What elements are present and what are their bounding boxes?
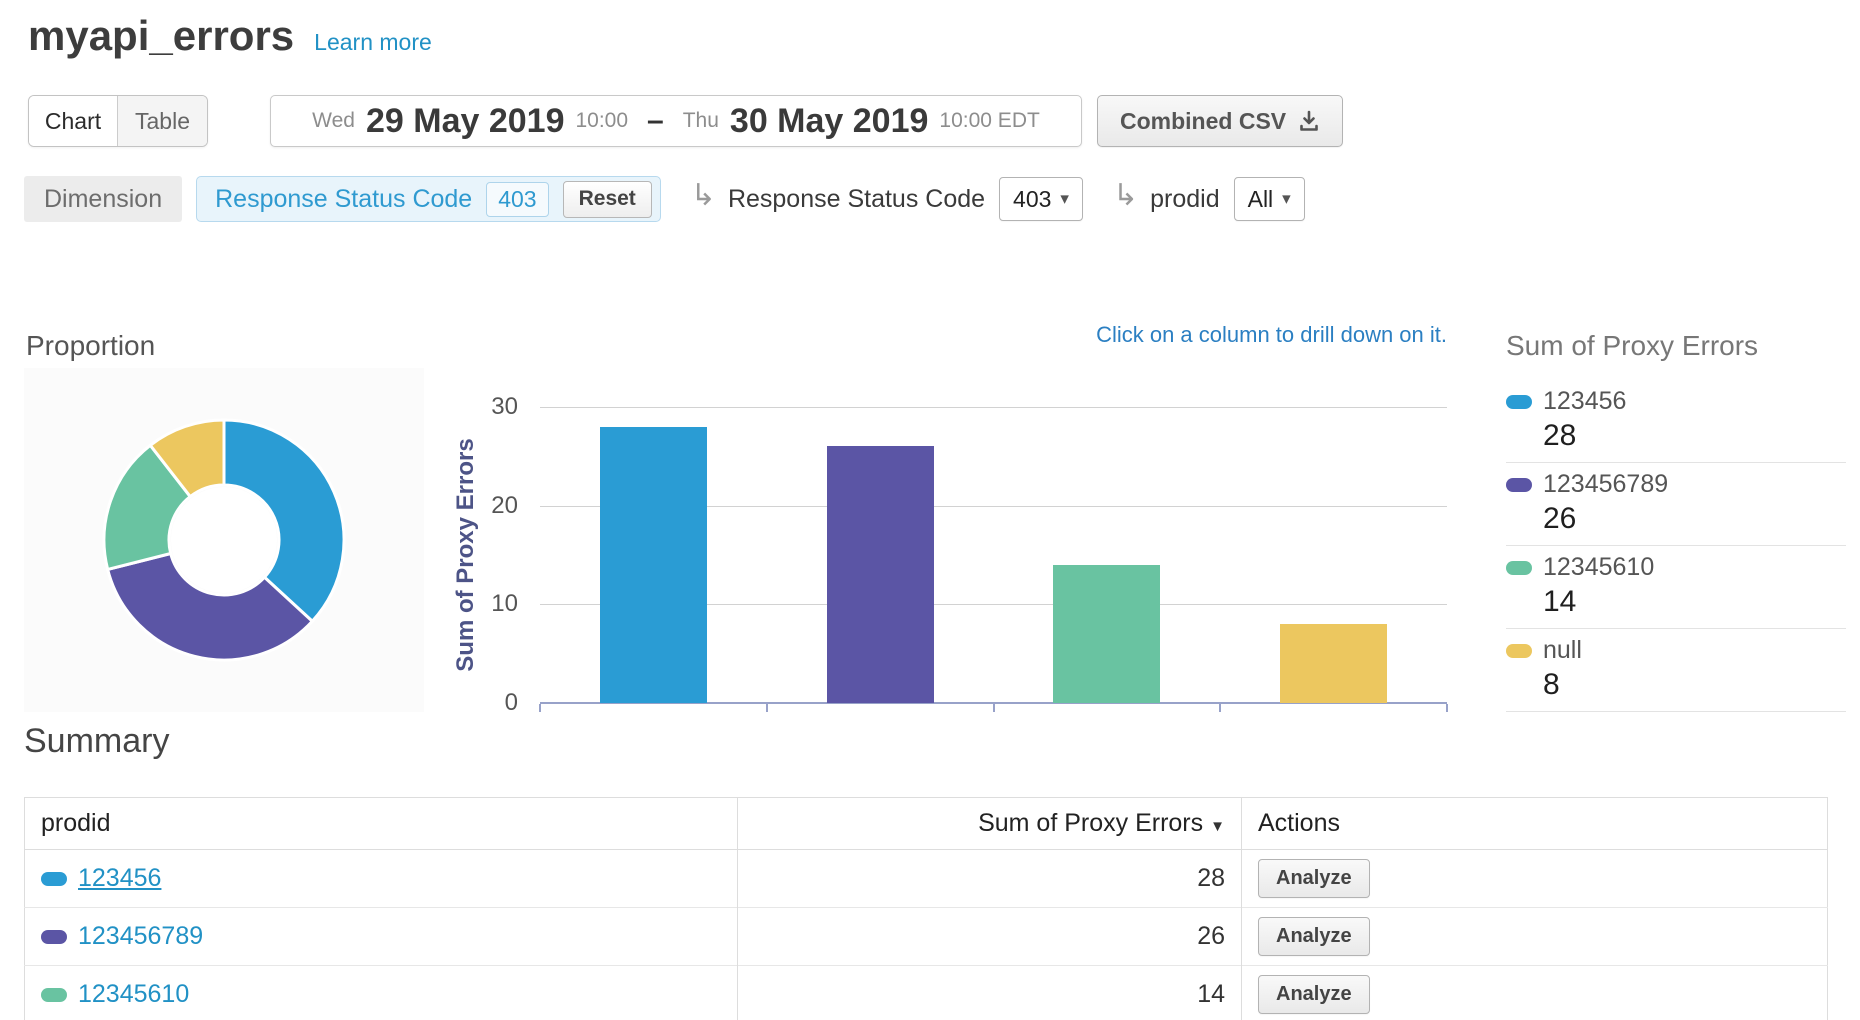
active-filter-chip: Response Status Code 403 Reset [196,176,661,222]
date-start-day: Wed [312,109,355,133]
legend-label: 123456789 [1543,470,1668,499]
drilldown-prodid: ↳ prodid All ▾ [1113,177,1305,221]
status-code-selected-value: 403 [1013,186,1051,213]
prodid-link[interactable]: 12345610 [78,980,189,1008]
date-start-date: 29 May 2019 [366,102,565,141]
row-value: 26 [738,908,1242,966]
donut-hole [171,487,277,593]
legend-list: 123456 28 123456789 26 12345610 14 null 8 [1506,380,1846,712]
date-end-date: 30 May 2019 [730,102,929,141]
prodid-column-header: prodid [25,798,738,850]
row-value: 14 [738,966,1242,1020]
x-axis-tick [1446,704,1448,712]
bar-123456[interactable] [600,427,707,703]
combined-csv-button[interactable]: Combined CSV [1097,95,1343,147]
analyze-button[interactable]: Analyze [1258,975,1370,1014]
y-tick-label: 0 [452,689,518,717]
legend-value: 26 [1543,502,1846,536]
bar-12345610[interactable] [1053,565,1160,703]
prodid-selected-value: All [1248,186,1274,213]
y-tick-label: 10 [452,590,518,618]
series-color-swatch [41,872,67,886]
series-color-swatch [1506,395,1532,409]
bar-chart-plot [540,407,1447,703]
gridline [540,407,1447,408]
filter-row: Dimension Response Status Code 403 Reset… [24,176,1305,222]
sort-desc-icon: ▼ [1210,818,1225,835]
chart-tab[interactable]: Chart [29,96,118,146]
bar-null[interactable] [1280,624,1387,703]
row-value: 28 [738,850,1242,908]
legend-title: Sum of Proxy Errors [1506,330,1846,362]
table-tab[interactable]: Table [118,96,207,146]
page-header: myapi_errors Learn more [28,12,432,60]
summary-table: prodid Sum of Proxy Errors▼ Actions 1234… [24,797,1828,1020]
csv-button-label: Combined CSV [1120,108,1286,135]
legend-label: 12345610 [1543,553,1654,582]
series-color-swatch [41,988,67,1002]
drilldown-label: Response Status Code [728,185,985,214]
date-end-day: Thu [683,109,719,133]
drill-hint-text: Click on a column to drill down on it. [1096,322,1447,348]
x-axis-tick [1219,704,1221,712]
legend-item-123456: 123456 28 [1506,380,1846,463]
proportion-label: Proportion [26,330,155,362]
learn-more-link[interactable]: Learn more [314,29,432,56]
value-column-header[interactable]: Sum of Proxy Errors▼ [738,798,1242,850]
filter-chip-name: Response Status Code [215,185,472,214]
analyze-button[interactable]: Analyze [1258,917,1370,956]
legend-value: 8 [1543,668,1846,702]
x-axis-tick [993,704,995,712]
page-title: myapi_errors [28,12,294,60]
legend-item-null: null 8 [1506,629,1846,712]
table-row-123456: 123456 28 Analyze [25,850,1828,908]
table-row-12345610: 12345610 14 Analyze [25,966,1828,1020]
x-axis-tick [766,704,768,712]
summary-title: Summary [24,722,169,761]
series-color-swatch [1506,561,1532,575]
analyze-button[interactable]: Analyze [1258,859,1370,898]
y-tick-label: 20 [452,492,518,520]
prodid-link[interactable]: 123456789 [78,922,203,950]
legend-label: 123456 [1543,387,1626,416]
y-tick-label: 30 [452,393,518,421]
prodid-select[interactable]: All ▾ [1234,177,1305,221]
x-axis-tick [539,704,541,712]
date-end-time: 10:00 EDT [939,109,1039,133]
table-header-row: prodid Sum of Proxy Errors▼ Actions [25,798,1828,850]
legend-value: 14 [1543,585,1846,619]
date-start-time: 10:00 [575,109,628,133]
reset-button[interactable]: Reset [563,181,652,218]
chevron-down-icon: ▾ [1060,189,1069,209]
drill-arrow-icon: ↳ [691,181,716,211]
series-color-swatch [1506,644,1532,658]
filter-chip-value: 403 [486,182,548,217]
bar-123456789[interactable] [827,446,934,703]
legend-label: null [1543,636,1582,665]
status-code-select[interactable]: 403 ▾ [999,177,1083,221]
dimension-label: Dimension [24,176,182,222]
prodid-link[interactable]: 123456 [78,864,161,892]
series-color-swatch [1506,478,1532,492]
download-icon [1298,110,1320,132]
date-separator: – [647,104,664,138]
y-axis-ticks: 0102030 [452,407,518,703]
legend-value: 28 [1543,419,1846,453]
series-color-swatch [41,930,67,944]
view-toggle: Chart Table [28,95,208,147]
date-range-picker[interactable]: Wed 29 May 2019 10:00 – Thu 30 May 2019 … [270,95,1082,147]
legend-item-123456789: 123456789 26 [1506,463,1846,546]
legend-item-12345610: 12345610 14 [1506,546,1846,629]
table-row-123456789: 123456789 26 Analyze [25,908,1828,966]
actions-column-header: Actions [1242,798,1828,850]
donut-chart [24,368,424,712]
drill-arrow-icon: ↳ [1113,181,1138,211]
chevron-down-icon: ▾ [1282,189,1291,209]
chart-legend: Sum of Proxy Errors 12345628123456789261… [1506,330,1846,712]
drilldown-status-code: ↳ Response Status Code 403 ▾ [691,177,1083,221]
drilldown-label: prodid [1150,185,1220,214]
